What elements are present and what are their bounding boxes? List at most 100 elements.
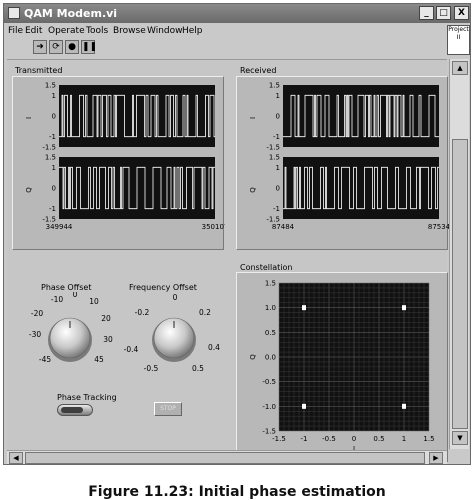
menu-operate[interactable]: Operate: [48, 24, 85, 39]
received-i-ytick: 1: [276, 92, 280, 100]
freq-knob-tick: -0.5: [144, 364, 159, 373]
received-i-ytick: 1.5: [269, 82, 280, 90]
received-q-ytick: 0: [276, 185, 280, 193]
constellation-y-label: Q: [249, 354, 257, 360]
constellation-ytick: -0.5: [262, 378, 276, 386]
figure-caption: Figure 11.23: Initial phase estimation: [88, 484, 386, 500]
horizontal-scroll-thumb[interactable]: [25, 452, 425, 464]
freq-knob-tick: -0.4: [124, 345, 139, 354]
transmitted-i-ytick: 0: [52, 113, 56, 121]
received-title: Received: [240, 66, 277, 75]
transmitted-graph: 1.510-1-1.5I 1.510-1-1.5Q349944350107: [12, 76, 228, 250]
window-title: QAM Modem.vi: [24, 7, 118, 20]
knobs-svg: -10 0 10 -20 20 -30 30 -45 45 -0.2 0 0.2 -0.4 0.4 -0.…: [29, 292, 220, 373]
phase-knob-tick: -45: [39, 355, 51, 364]
received-xend: 87534: [428, 223, 449, 231]
vertical-scrollbar[interactable]: ▲ ▼: [449, 59, 469, 449]
constellation-svg: -1.5 -1 -0.5 0 0.5 1 1.5 1.5 1.0 0.5 0.0 -0.5 -1.0 -1…: [249, 280, 435, 454]
labview-icon: [8, 7, 20, 19]
vertical-scroll-thumb[interactable]: [452, 139, 468, 429]
scroll-up-icon[interactable]: ▲: [452, 61, 468, 75]
constellation-ytick: -1.5: [262, 428, 276, 436]
freq-knob-tick: 0: [173, 293, 178, 302]
menu-browse[interactable]: Browse: [113, 24, 146, 39]
transmitted-i-ytick: -1: [49, 133, 56, 141]
constellation-graph: -1.5 -1 -0.5 0 0.5 1 1.5 1.5 1.0 0.5 0.0 -0.5 -1.0 -1…: [236, 272, 448, 462]
abort-icon[interactable]: ●: [65, 40, 79, 54]
menu-file[interactable]: File: [8, 24, 23, 39]
toolbar: ➜ ⟳ ● ❚❚: [4, 39, 444, 57]
transmitted-xstart: 349944: [46, 223, 73, 231]
constellation-ytick: 1.5: [265, 280, 276, 288]
transmitted-i-ytick: 1.5: [45, 82, 56, 90]
scroll-left-icon[interactable]: ◀: [9, 452, 23, 464]
received-i-plot-area: [283, 85, 439, 147]
constellation-point: [302, 305, 306, 311]
menu-help[interactable]: Help: [182, 24, 203, 39]
transmitted-q-ytick: -1: [49, 205, 56, 213]
constellation-ytick: -1.0: [262, 403, 276, 411]
app-window: QAM Modem.vi _ □ X File Edit Operate Too…: [3, 3, 471, 465]
menu-tools[interactable]: Tools: [86, 24, 108, 39]
minimize-button[interactable]: _: [419, 6, 434, 20]
transmitted-title: Transmitted: [15, 66, 63, 75]
received-i-axis-label: I: [249, 117, 257, 119]
constellation-xtick: -1.5: [272, 435, 286, 443]
received-q-ytick: -1: [273, 205, 280, 213]
received-q-ytick: 1.5: [269, 154, 280, 162]
constellation-point: [302, 403, 306, 409]
received-q-plot-area: [283, 157, 439, 219]
title-bar[interactable]: QAM Modem.vi _ □ X: [4, 4, 470, 23]
close-button[interactable]: X: [454, 6, 469, 20]
received-svg: 1.510-1-1.5I 1.510-1-1.5Q87484 87534: [249, 82, 451, 232]
menu-edit[interactable]: Edit: [25, 24, 42, 39]
phase-knob-tick: 45: [94, 355, 104, 364]
phase-knob-tick: 10: [89, 297, 99, 306]
project-number: II: [456, 34, 461, 41]
constellation-xtick: 0.5: [373, 435, 384, 443]
received-q-axis-label: Q: [249, 187, 257, 193]
front-panel: Transmitted 1.5 1 0 -1 -1.5 I 1.5 1 0 -1 -1.5 Q 349…: [7, 59, 451, 462]
project-label: Project: [448, 26, 469, 33]
freq-knob-tick: 0.2: [199, 308, 211, 317]
phase-knob-tick: -10: [51, 295, 63, 304]
transmitted-xend: 350107: [202, 223, 225, 231]
phase-knob-tick: 0: [73, 292, 78, 299]
phase-tracking-label: Phase Tracking: [57, 393, 117, 402]
received-i-ytick: -1: [273, 133, 280, 141]
run-arrow-icon[interactable]: ➜: [33, 40, 47, 54]
constellation-ytick: 0.5: [265, 329, 276, 337]
received-i-ytick: -1.5: [266, 144, 280, 152]
phase-tracking-toggle[interactable]: [57, 404, 93, 416]
freq-knob-tick: -0.2: [135, 308, 150, 317]
constellation-xtick: -0.5: [322, 435, 336, 443]
toggle-indicator: [61, 407, 83, 413]
transmitted-q-axis-label: Q: [25, 187, 33, 193]
received-xstart: 87484: [272, 223, 295, 231]
scroll-right-icon[interactable]: ▶: [429, 452, 443, 464]
received-q-ytick: 1: [276, 164, 280, 172]
transmitted-q-ytick: 1.5: [45, 154, 56, 162]
transmitted-i-ytick: -1.5: [42, 144, 56, 152]
freq-knob-tick: 0.4: [208, 343, 220, 352]
phase-knob-tick: -20: [31, 309, 43, 318]
phase-offset-label: Phase Offset: [41, 283, 92, 292]
constellation-xtick: 0: [352, 435, 356, 443]
pause-icon[interactable]: ❚❚: [81, 40, 97, 54]
menu-bar: File Edit Operate Tools Browse Window He…: [4, 24, 470, 39]
project-indicator[interactable]: Project II: [447, 25, 470, 55]
constellation-point: [402, 403, 406, 409]
frequency-offset-label: Frequency Offset: [129, 283, 197, 292]
phase-knob-tick: -30: [29, 330, 41, 339]
transmitted-i-axis-label: I: [25, 117, 33, 119]
constellation-title: Constellation: [240, 263, 293, 272]
stop-button[interactable]: STOP: [154, 402, 182, 416]
menu-window[interactable]: Window: [147, 24, 183, 39]
phase-knob-tick: 20: [101, 314, 111, 323]
transmitted-q-ytick: 1: [52, 164, 56, 172]
scroll-down-icon[interactable]: ▼: [452, 431, 468, 445]
maximize-button[interactable]: □: [436, 6, 451, 20]
transmitted-svg: 1.510-1-1.5I 1.510-1-1.5Q349944350107: [25, 82, 228, 232]
horizontal-scrollbar[interactable]: ◀ ▶: [7, 450, 447, 464]
run-continuously-icon[interactable]: ⟳: [49, 40, 63, 54]
